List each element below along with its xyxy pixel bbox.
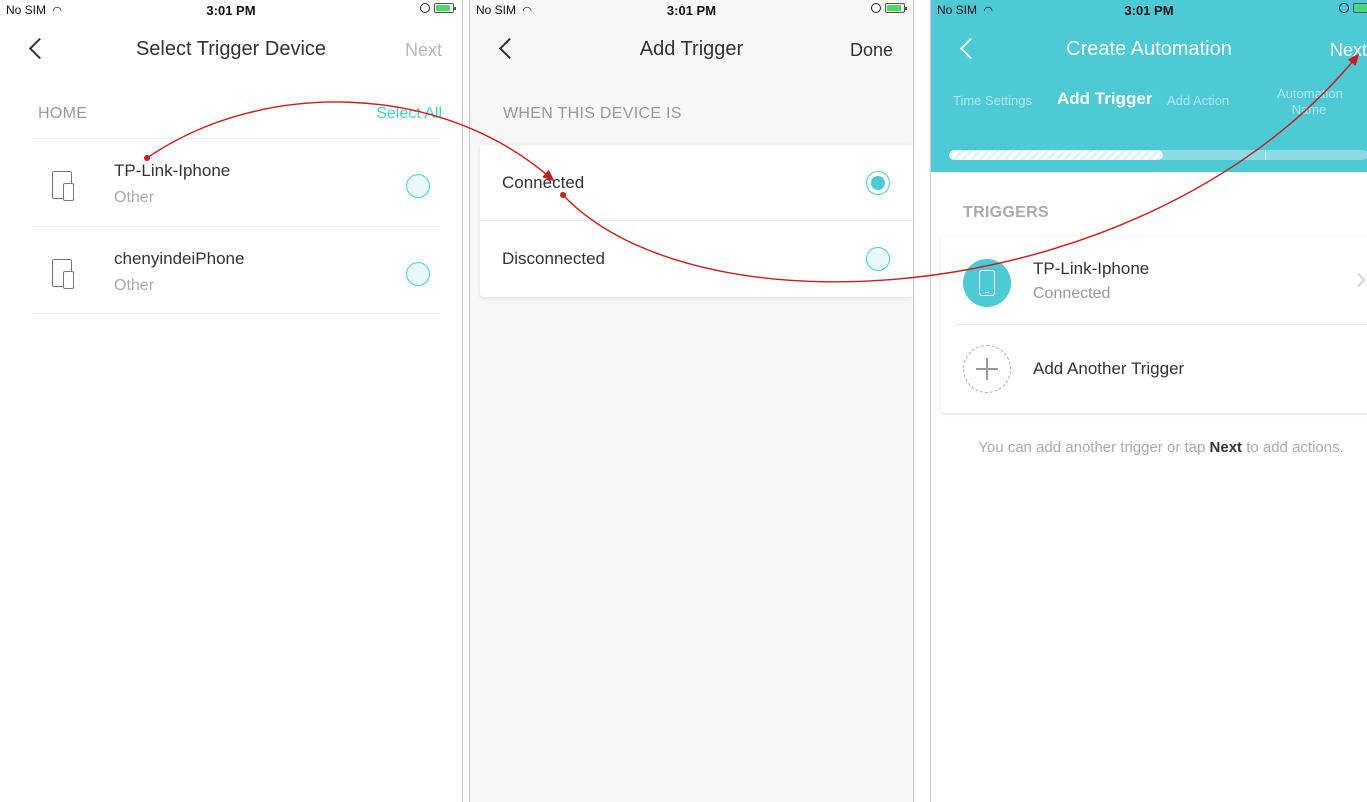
- done-button[interactable]: Done: [850, 40, 893, 61]
- device-row-tp-link-iphone[interactable]: TP-Link-Iphone Other: [32, 138, 440, 226]
- device-name: TP-Link-Iphone: [114, 161, 231, 180]
- option-radio[interactable]: [866, 247, 890, 271]
- add-icon: [963, 345, 1011, 393]
- select-trigger-device-screen: No SIM ◠ 3:01 PM Select Trigger Device N…: [0, 0, 463, 802]
- hint-text: You can add another trigger or tap Next …: [978, 439, 1344, 456]
- option-label: Connected: [502, 173, 585, 192]
- option-label: Disconnected: [502, 249, 606, 268]
- section-header: WHEN THIS DEVICE IS: [503, 105, 682, 122]
- next-button[interactable]: Next: [405, 40, 442, 61]
- select-all-link[interactable]: Select All: [376, 105, 442, 123]
- option-disconnected[interactable]: Disconnected: [480, 221, 913, 297]
- device-radio[interactable]: [406, 262, 430, 286]
- chevron-right-icon: [1350, 272, 1366, 288]
- device-type: Other: [114, 277, 155, 294]
- workflow-illustration: No SIM ◠ 3:01 PM Select Trigger Device N…: [0, 0, 1367, 802]
- progress-separator: [1265, 150, 1266, 160]
- option-connected[interactable]: Connected: [480, 145, 913, 221]
- devices-icon: [52, 171, 74, 201]
- clock: 3:01 PM: [666, 3, 717, 18]
- step-add-trigger: Add Trigger: [1057, 89, 1153, 108]
- step-add-action: Add Action: [1167, 93, 1230, 108]
- device-name: chenyindeiPhone: [114, 249, 245, 268]
- trigger-device-name: TP-Link-Iphone: [1033, 259, 1150, 278]
- create-automation-screen: Time Settings Add Trigger Add Action Aut…: [930, 0, 1367, 802]
- battery-icon: [434, 3, 456, 13]
- add-trigger-screen: No SIM ◠ 3:01 PM Add Trigger Done WHEN T…: [469, 0, 914, 802]
- progress-bar: [949, 150, 1367, 160]
- device-row-chenyindeiphone[interactable]: chenyindeiPhone Other: [32, 226, 440, 314]
- battery-icon: [885, 3, 907, 13]
- trigger-state-card: Connected Disconnected: [480, 145, 913, 297]
- trigger-state: Connected: [1033, 285, 1111, 302]
- triggers-card: TP-Link-Iphone Connected Add Another Tri…: [941, 237, 1367, 413]
- device-radio[interactable]: [406, 174, 430, 198]
- phone-icon: [963, 259, 1011, 307]
- hint-next-bold: Next: [1209, 439, 1243, 456]
- clock: 3:01 PM: [1124, 3, 1174, 18]
- add-another-trigger-row[interactable]: Add Another Trigger: [941, 325, 1367, 413]
- add-another-trigger-label: Add Another Trigger: [1033, 359, 1185, 378]
- trigger-row[interactable]: TP-Link-Iphone Connected: [941, 237, 1367, 325]
- nav-bar: Select Trigger Device Next: [0, 22, 462, 76]
- page-title: Create Automation: [1066, 38, 1232, 60]
- status-bar: No SIM ◠ 3:01 PM: [0, 0, 462, 20]
- progress-fill: [949, 150, 1163, 160]
- page-title: Add Trigger: [639, 38, 744, 60]
- orientation-lock-icon: [871, 3, 881, 13]
- battery-icon: [1353, 3, 1367, 13]
- devices-icon: [52, 259, 74, 289]
- status-bar: No SIM ◠ 3:01 PM: [931, 0, 1367, 20]
- device-type: Other: [114, 189, 155, 206]
- section-header: HOME: [38, 105, 88, 122]
- step-time-settings: Time Settings: [953, 93, 1032, 108]
- page-title: Select Trigger Device: [135, 38, 327, 60]
- status-bar: No SIM ◠ 3:01 PM: [470, 0, 913, 20]
- clock: 3:01 PM: [206, 3, 256, 18]
- next-button[interactable]: Next: [1330, 40, 1367, 61]
- section-header: TRIGGERS: [963, 204, 1049, 221]
- step-automation-name: Automation Name: [1277, 86, 1343, 117]
- option-radio-selected[interactable]: [866, 171, 890, 195]
- orientation-lock-icon: [420, 3, 430, 13]
- nav-bar: Add Trigger Done: [470, 22, 913, 76]
- orientation-lock-icon: [1339, 3, 1349, 13]
- nav-bar: Create Automation Next: [931, 22, 1367, 76]
